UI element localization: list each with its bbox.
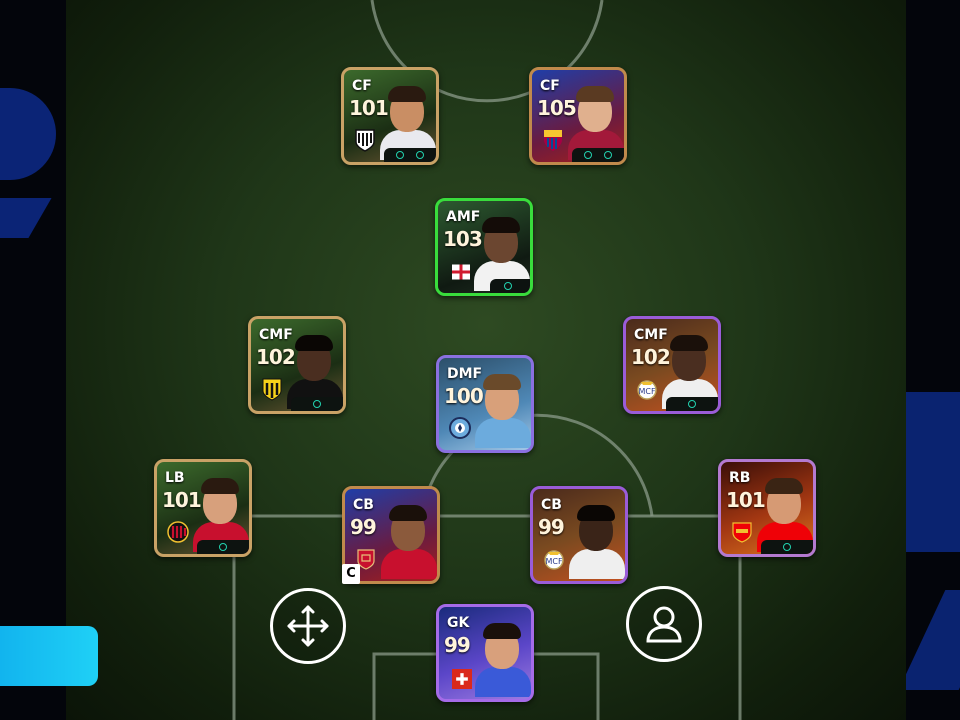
player-portrait [569,505,625,579]
card-tags [666,397,718,411]
player-card-cf-right[interactable]: CF 105 [529,67,627,165]
player-rating: 99 [444,633,471,657]
player-card-lb[interactable]: LB 101 [154,459,252,557]
england-flag-icon [452,264,470,280]
player-position: CMF [259,327,293,343]
santos-crest-icon [355,129,375,152]
real-madrid-crest-icon: MCF [637,380,657,400]
penarol-crest-icon [262,378,282,401]
move-players-button[interactable] [270,588,346,664]
player-card-cmf-right[interactable]: CMF 102 MCF [623,316,721,414]
player-card-gk[interactable]: GK 99 [436,604,534,702]
player-portrait [381,505,437,579]
left-side-panel [0,0,66,720]
player-rating: 101 [349,96,389,120]
right-decor-shape [906,392,960,552]
barcelona-crest-icon [544,130,562,151]
svg-text:MCF: MCF [545,557,562,566]
player-position: CF [352,78,372,94]
move-arrows-icon [287,605,329,647]
card-tags [490,279,530,293]
player-rating: 100 [444,384,484,408]
player-position: CMF [634,327,668,343]
player-card-cf-left[interactable]: CF 101 [341,67,439,165]
svg-text:MCF: MCF [638,387,655,396]
player-position: CB [541,497,562,513]
card-tags [572,148,624,162]
side-menu-tab[interactable] [0,626,98,686]
real-madrid-crest-icon: MCF [544,550,564,570]
player-rating: 105 [537,96,577,120]
card-tags [761,540,813,554]
player-rating: 99 [350,515,377,539]
card-tags [291,397,343,411]
player-rating: 99 [538,515,565,539]
player-position: CF [540,78,560,94]
player-position: LB [165,470,185,486]
player-card-cmf-left[interactable]: CMF 102 [248,316,346,414]
manchester-city-crest-icon [449,417,471,439]
player-position: RB [729,470,751,486]
right-decor-shape-2 [906,590,960,690]
player-position: GK [447,615,470,631]
player-rating: 101 [726,488,766,512]
ac-milan-crest-icon [167,521,189,543]
player-rating: 102 [631,345,671,369]
switzerland-flag-icon [452,669,472,689]
left-decor-shape [0,88,56,180]
player-portrait [475,623,531,697]
card-tags [197,540,249,554]
right-side-panel [906,0,960,720]
player-position: CB [353,497,374,513]
player-position: DMF [447,366,483,382]
player-card-cb-right[interactable]: CB 99 MCF [530,486,628,584]
player-profile-button[interactable] [626,586,702,662]
player-rating: 101 [162,488,202,512]
player-rating: 103 [443,227,483,251]
player-card-rb[interactable]: RB 101 [718,459,816,557]
captain-badge: C [342,564,360,584]
arsenal-crest-icon [732,522,752,543]
player-card-dmf[interactable]: DMF 100 [436,355,534,453]
player-card-amf[interactable]: AMF 103 [435,198,533,296]
card-tags [384,148,436,162]
left-decor-shape-2 [0,198,52,238]
player-position: AMF [446,209,481,225]
user-profile-icon [646,606,682,643]
player-rating: 102 [256,345,296,369]
